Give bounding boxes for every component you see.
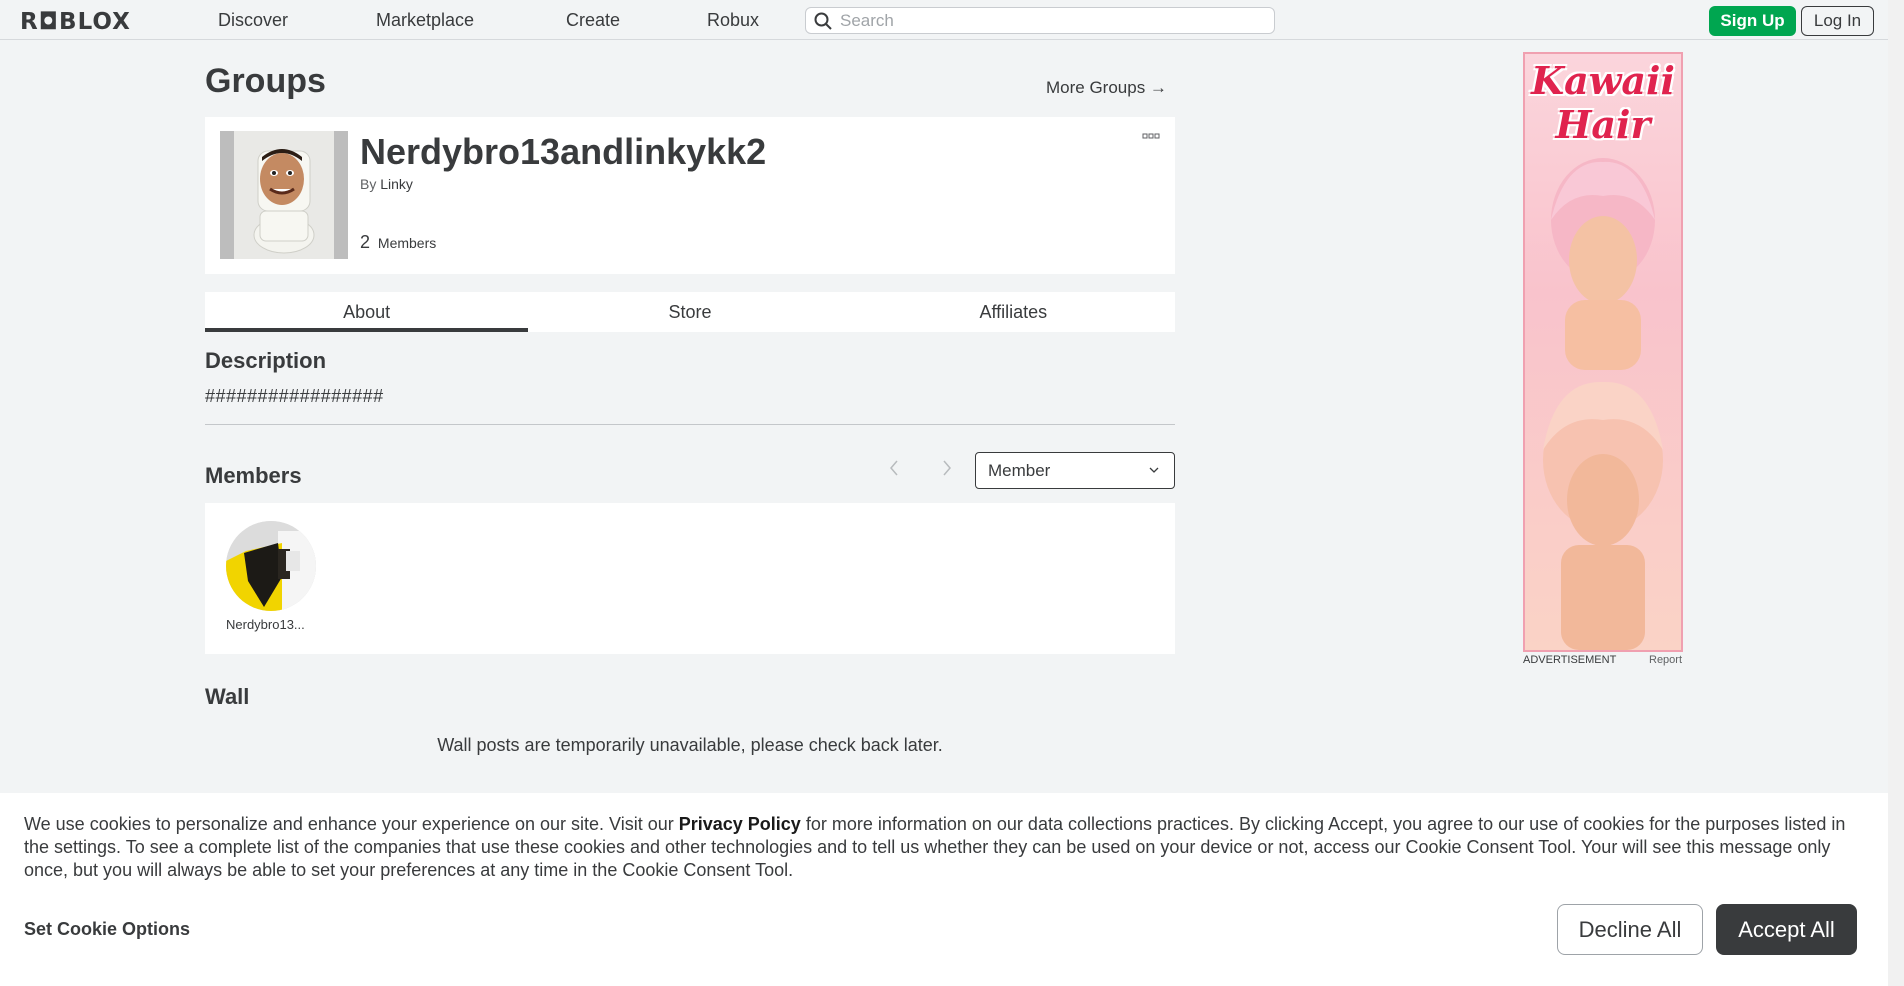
members-title: Members (205, 463, 302, 488)
nav-marketplace[interactable]: Marketplace (376, 10, 474, 31)
nav-discover[interactable]: Discover (218, 10, 288, 31)
more-options-icon[interactable] (1142, 131, 1160, 141)
top-navigation: R◘BLOX Discover Marketplace Create Robux… (0, 0, 1888, 40)
roblox-logo[interactable]: R◘BLOX (20, 9, 131, 35)
prev-page-icon[interactable] (888, 459, 900, 477)
ad-title-line1: Kawaii (1531, 58, 1675, 103)
member-count: 2 Members (360, 232, 436, 253)
group-header-card: Nerdybro13andlinkykk2 By Linky 2 Members (205, 117, 1175, 274)
ad-hair-illustration (1543, 158, 1663, 650)
members-list: Nerdybro13... (205, 503, 1175, 654)
advertisement-label: ADVERTISEMENT (1523, 654, 1617, 666)
wall-unavailable-message: Wall posts are temporarily unavailable, … (437, 735, 943, 755)
ad-title-line2: Hair (1555, 102, 1651, 147)
search-input[interactable] (840, 10, 1260, 31)
signup-button[interactable]: Sign Up (1709, 6, 1796, 36)
group-owner-line: By Linky (360, 176, 413, 192)
member-avatar-image (226, 521, 316, 611)
avatar[interactable] (226, 521, 316, 611)
nav-robux[interactable]: Robux (707, 10, 759, 31)
tab-about[interactable]: About (205, 292, 529, 332)
privacy-policy-link[interactable]: Privacy Policy (679, 814, 801, 834)
group-tabs: About Store Affiliates (205, 292, 1175, 332)
description-text: ################# (205, 386, 384, 406)
login-button[interactable]: Log In (1801, 6, 1874, 36)
advertisement-banner[interactable]: Kawaii Hair (1523, 52, 1683, 652)
member-count-label: Members (377, 235, 437, 251)
search-box (805, 7, 1275, 34)
group-emblem-image (220, 131, 348, 259)
accept-all-button[interactable]: Accept All (1716, 904, 1857, 955)
wall-title: Wall (205, 684, 250, 709)
description-title: Description (205, 348, 327, 373)
tab-store[interactable]: Store (528, 292, 851, 332)
member-name[interactable]: Nerdybro13... (226, 617, 316, 632)
cookie-consent-banner: We use cookies to personalize and enhanc… (0, 793, 1888, 986)
set-cookie-options-link[interactable]: Set Cookie Options (24, 919, 190, 940)
tab-affiliates[interactable]: Affiliates (852, 292, 1175, 332)
cookie-message: We use cookies to personalize and enhanc… (24, 813, 1874, 882)
nav-create[interactable]: Create (566, 10, 620, 31)
group-emblem (220, 131, 348, 259)
by-prefix: By (360, 176, 377, 192)
search-icon (814, 12, 832, 30)
cookie-text-start: We use cookies to personalize and enhanc… (24, 814, 679, 834)
page-title: Groups (205, 62, 326, 100)
chevron-down-icon (1149, 467, 1159, 473)
group-name: Nerdybro13andlinkykk2 (360, 131, 767, 172)
role-select-value: Member (988, 460, 1051, 480)
section-divider (205, 424, 1175, 425)
report-ad-link[interactable]: Report (1649, 654, 1682, 666)
role-select[interactable]: Member (975, 452, 1175, 489)
member-count-number: 2 (360, 232, 371, 252)
decline-all-button[interactable]: Decline All (1557, 904, 1703, 955)
more-groups-link[interactable]: More Groups → (1046, 78, 1167, 98)
group-owner-link[interactable]: Linky (380, 176, 413, 192)
next-page-icon[interactable] (941, 459, 953, 477)
page-scrollbar[interactable] (1888, 0, 1904, 986)
